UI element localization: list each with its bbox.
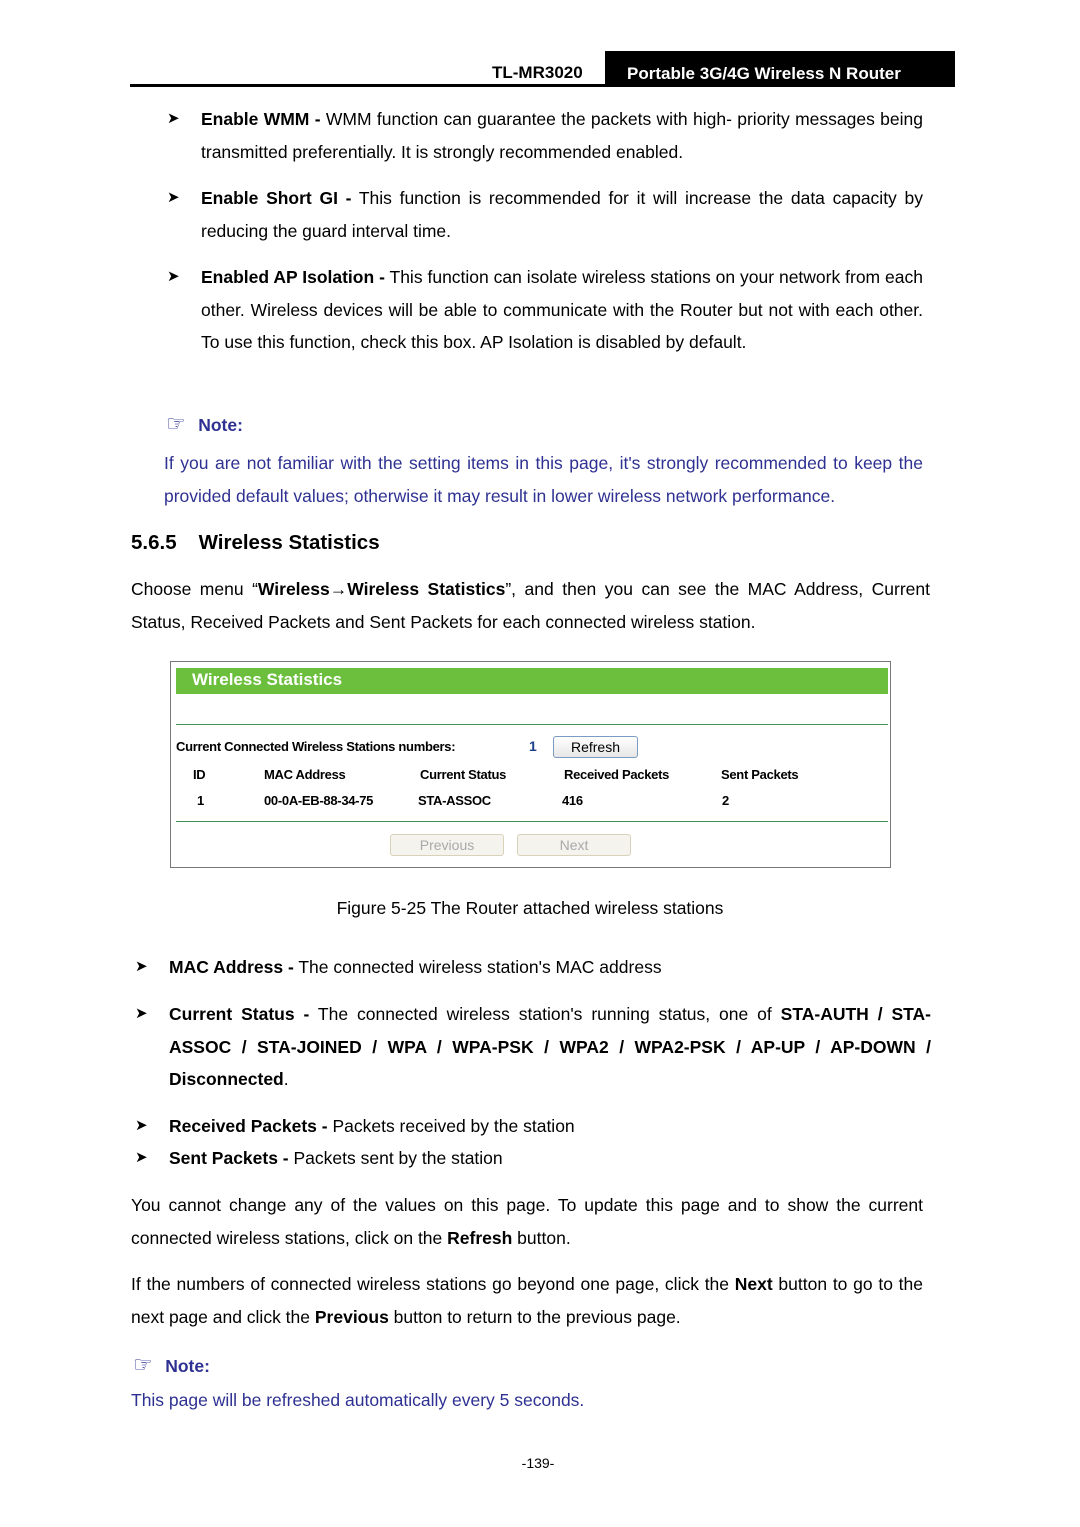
note-text: If you are not familiar with the setting… (164, 453, 923, 506)
col-header-id: ID (193, 767, 206, 782)
note-heading: ☞ Note: (133, 1352, 210, 1377)
bullet-arrow-icon: ➤ (135, 1005, 148, 1022)
section-heading: 5.6.5 Wireless Statistics (131, 531, 380, 554)
refresh-paragraph: You cannot change any of the values on t… (131, 1195, 923, 1248)
bullet-arrow-icon: ➤ (135, 1117, 148, 1134)
col-header-received: Received Packets (564, 767, 670, 782)
divider (176, 821, 888, 822)
note-heading: ☞ Note: (166, 411, 243, 436)
bullet-sent-packets: ➤ Sent Packets - Packets sent by the sta… (135, 1142, 931, 1175)
bullet-arrow-icon: ➤ (167, 110, 180, 127)
cell-id: 1 (197, 793, 204, 808)
col-header-mac: MAC Address (264, 767, 346, 782)
header-product: Portable 3G/4G Wireless N Router (605, 51, 955, 87)
bullet-mac-address: ➤ MAC Address - The connected wireless s… (135, 951, 931, 984)
header-model: TL-MR3020 (492, 63, 583, 82)
pointing-hand-icon: ☞ (133, 1352, 153, 1377)
header-rule (130, 84, 955, 87)
bullet-ap-isolation: ➤ Enabled AP Isolation - This function c… (167, 261, 923, 359)
col-header-sent: Sent Packets (721, 767, 799, 782)
panel-title: Wireless Statistics (176, 668, 888, 694)
note-text: This page will be refreshed automaticall… (131, 1390, 585, 1410)
bullet-arrow-icon: ➤ (135, 958, 148, 975)
page-number: -139- (521, 1455, 555, 1471)
previous-button[interactable]: Previous (390, 834, 504, 856)
bullet-arrow-icon: ➤ (135, 1149, 148, 1166)
stations-count: 1 (529, 738, 537, 754)
cell-mac: 00-0A-EB-88-34-75 (264, 793, 374, 808)
bullet-current-status: ➤ Current Status - The connected wireles… (135, 998, 931, 1096)
intro-paragraph: Choose menu “Wireless→Wireless Statistic… (131, 579, 930, 632)
cell-sent: 2 (722, 793, 729, 808)
stations-label: Current Connected Wireless Stations numb… (176, 739, 456, 754)
wireless-statistics-panel: Wireless Statistics Current Connected Wi… (170, 661, 891, 868)
bullet-enable-short-gi: ➤ Enable Short GI - This function is rec… (167, 182, 923, 247)
refresh-button[interactable]: Refresh (553, 736, 638, 758)
bullet-enable-wmm: ➤ Enable WMM - WMM function can guarante… (167, 103, 923, 168)
next-previous-paragraph: If the numbers of connected wireless sta… (131, 1274, 924, 1327)
bullet-arrow-icon: ➤ (167, 268, 180, 285)
bullet-arrow-icon: ➤ (167, 189, 180, 206)
cell-status: STA-ASSOC (418, 793, 491, 808)
next-button[interactable]: Next (517, 834, 631, 856)
col-header-status: Current Status (420, 767, 507, 782)
bullet-received-packets: ➤ Received Packets - Packets received by… (135, 1110, 931, 1143)
pointing-hand-icon: ☞ (166, 411, 186, 436)
figure-caption: Figure 5-25 The Router attached wireless… (336, 898, 724, 918)
cell-received: 416 (562, 793, 583, 808)
divider (176, 724, 888, 725)
